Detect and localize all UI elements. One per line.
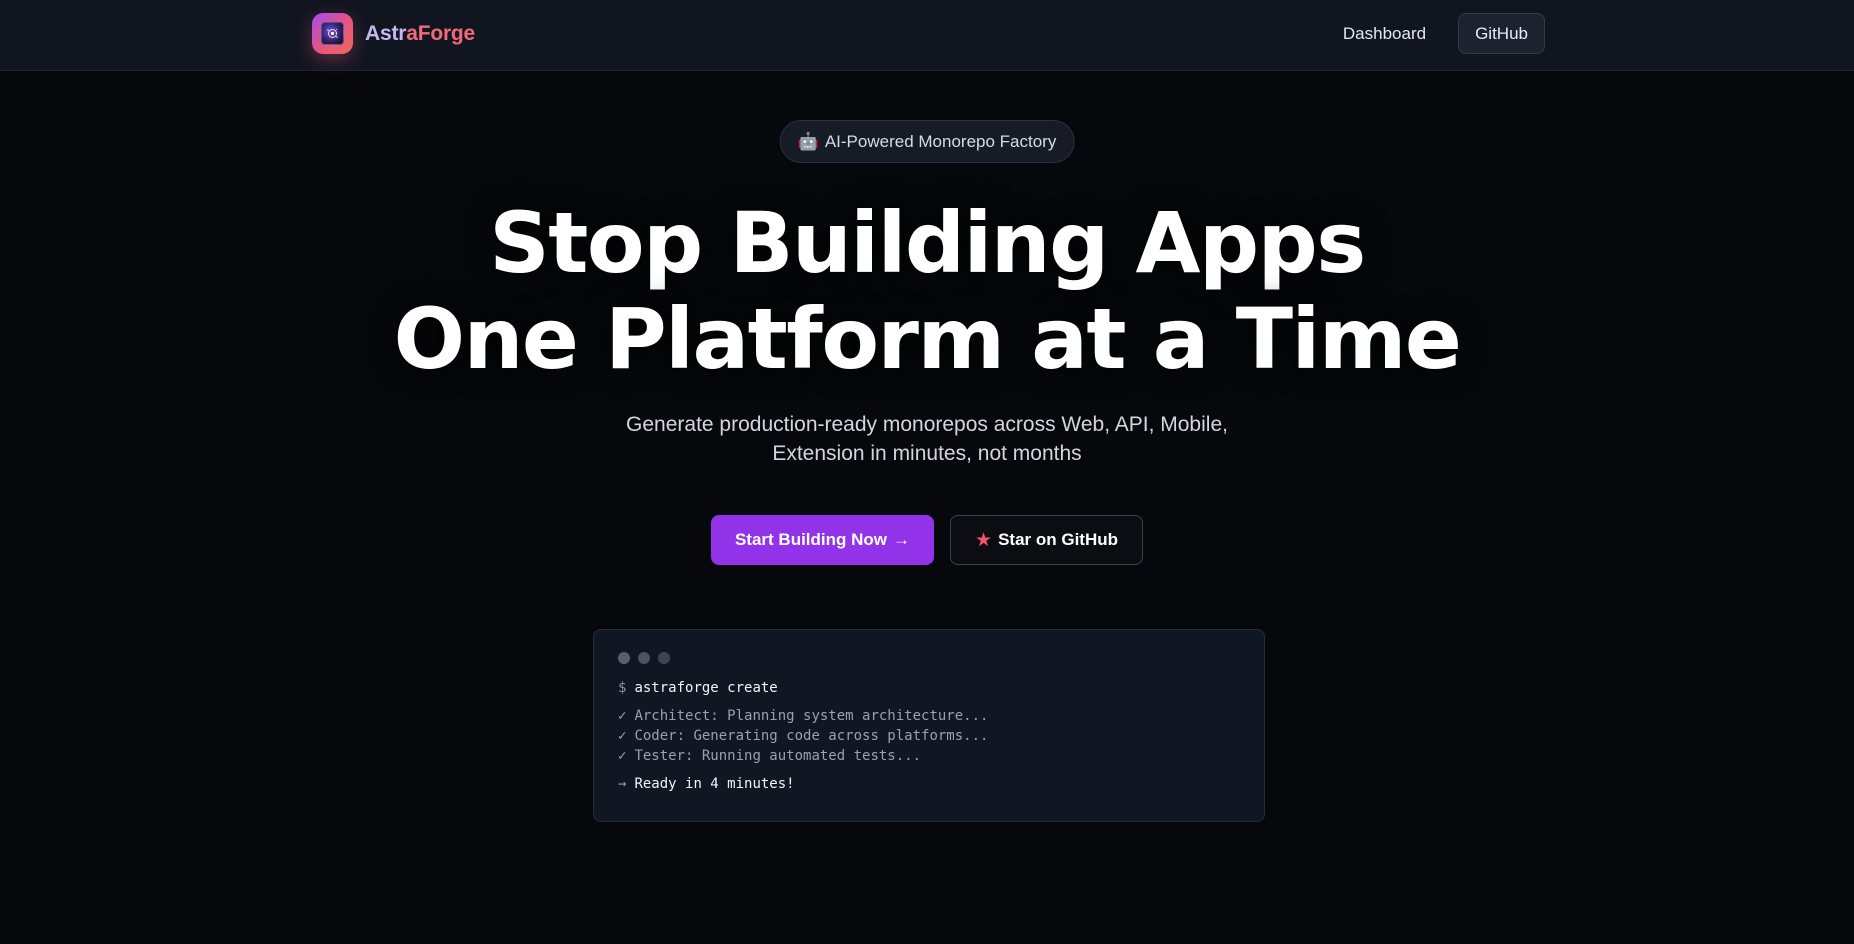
galaxy-icon — [321, 22, 344, 45]
terminal-log: ✓ Architect: Planning system architecture… — [618, 706, 1240, 766]
brand-name-part2: aForge — [406, 21, 476, 45]
terminal-log-text: Tester: Running automated tests... — [634, 748, 922, 764]
terminal-prompt: $ — [618, 680, 627, 696]
terminal-log-line: ✓ Architect: Planning system architecture… — [618, 706, 1240, 726]
brand-name: AstraForge — [365, 22, 475, 46]
star-on-github-label: Star on GitHub — [998, 530, 1119, 549]
hero-subheadline-line2: Extension in minutes, not months — [772, 442, 1082, 465]
terminal-log-text: Coder: Generating code across platforms.… — [634, 728, 989, 744]
brand-logo-icon — [312, 13, 353, 54]
cta-row: Start Building Now → ★ Star on GitHub — [0, 515, 1854, 565]
hero-subheadline-line1: Generate production-ready monorepos acro… — [626, 413, 1228, 436]
hero-subheadline: Generate production-ready monorepos acro… — [597, 410, 1257, 468]
window-dot-icon — [658, 652, 670, 664]
terminal-log-line: ✓ Coder: Generating code across platforms… — [618, 726, 1240, 746]
check-icon: ✓ — [618, 728, 627, 744]
start-building-button[interactable]: Start Building Now → — [710, 515, 935, 565]
nav-github-button[interactable]: GitHub — [1458, 13, 1545, 54]
hero-badge: 🤖 AI-Powered Monorepo Factory — [779, 120, 1075, 163]
terminal-ready-line: → Ready in 4 minutes! — [618, 774, 1240, 794]
terminal-log-text: Architect: Planning system architecture.… — [634, 708, 989, 724]
terminal-command-line: $ astraforge create — [618, 678, 1240, 698]
arrow-right-icon: → — [618, 776, 627, 792]
terminal-command: astraforge create — [634, 680, 778, 696]
star-on-github-button[interactable]: ★ Star on GitHub — [950, 515, 1144, 565]
brand[interactable]: AstraForge — [312, 13, 475, 54]
hero-headline-line2: One Platform at a Time — [393, 290, 1462, 388]
star-icon: ★ — [975, 529, 993, 551]
nav-dashboard-link[interactable]: Dashboard — [1343, 24, 1426, 44]
hero-badge-text: AI-Powered Monorepo Factory — [824, 131, 1057, 151]
terminal-log-line: ✓ Tester: Running automated tests... — [618, 746, 1240, 766]
terminal-window: $ astraforge create ✓ Architect: Planning … — [593, 629, 1265, 822]
terminal-ready-text: Ready in 4 minutes! — [634, 776, 795, 792]
window-dot-icon — [638, 652, 650, 664]
start-building-label: Start Building Now — [734, 530, 888, 549]
check-icon: ✓ — [618, 708, 627, 724]
robot-icon: 🤖 — [797, 131, 819, 151]
main-nav: Dashboard GitHub — [1343, 13, 1545, 54]
brand-name-part1: Astr — [365, 21, 407, 45]
arrow-right-icon: → — [893, 530, 911, 549]
check-icon: ✓ — [618, 748, 627, 764]
hero-headline-line1: Stop Building Apps — [489, 194, 1366, 292]
window-dot-icon — [618, 652, 630, 664]
top-nav-bar: AstraForge Dashboard GitHub — [0, 0, 1854, 71]
hero-headline: Stop Building Apps One Platform at a Tim… — [0, 195, 1854, 387]
window-control-dots — [618, 652, 1240, 664]
